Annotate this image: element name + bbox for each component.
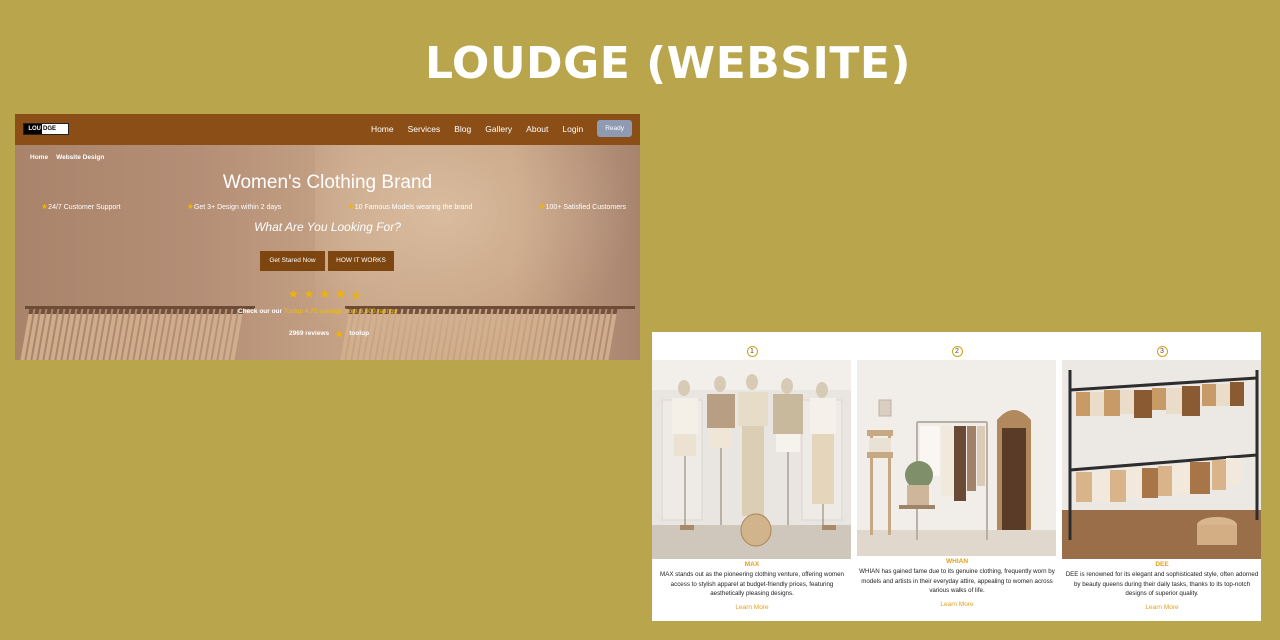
feature-item: ★10 Famous Models wearing the brand bbox=[347, 202, 473, 211]
hangers-left bbox=[20, 308, 244, 360]
breadcrumb-current: Website Design bbox=[56, 154, 105, 161]
page-title: LOUDGE (WEBSITE) bbox=[424, 38, 912, 89]
clothing-rack-photo bbox=[857, 360, 1056, 556]
learn-more-link[interactable]: Learn More bbox=[857, 601, 1057, 608]
learn-more-link[interactable]: Learn More bbox=[1062, 604, 1262, 611]
nav-blog[interactable]: Blog bbox=[454, 124, 471, 134]
card-description: DEE is renowned for its elegant and soph… bbox=[1065, 571, 1259, 597]
brand-logo[interactable]: LOU DGE bbox=[23, 123, 69, 135]
how-it-works-button[interactable]: HOW IT WORKS bbox=[328, 251, 394, 271]
star-icon: ★ bbox=[303, 287, 315, 301]
rating-stars: ★ ★ ★ ★ ⯪ bbox=[288, 287, 362, 308]
star-icon: ★ bbox=[347, 202, 355, 211]
card-title: DEE bbox=[1155, 561, 1169, 568]
learn-more-link[interactable]: Learn More bbox=[652, 604, 852, 611]
half-star-icon: ⯪ bbox=[351, 289, 363, 303]
card-description: WHIAN has gained fame due to its genuine… bbox=[859, 568, 1055, 594]
star-icon: ★ bbox=[186, 202, 194, 211]
hero-screenshot: LOU DGE Home Services Blog Gallery About … bbox=[15, 114, 640, 360]
star-icon: ★ bbox=[538, 202, 546, 211]
card-number: 2 bbox=[857, 340, 1057, 358]
card-title: WHIAN bbox=[945, 558, 969, 565]
reviews-count: 2969 reviews ★ toolup bbox=[289, 329, 370, 339]
star-icon: ★ bbox=[288, 287, 299, 301]
brand-card-max: 1 MAX MAX stands out as the pioneering c… bbox=[652, 332, 852, 621]
navbar: LOU DGE Home Services Blog Gallery About … bbox=[15, 114, 640, 145]
review-link[interactable]: Toolup 4.75 average from 3,500 ratings bbox=[284, 308, 397, 315]
brand-card-dee: 3 DEE DEE is renowned for its elegant an… bbox=[1062, 332, 1262, 621]
card-description: MAX stands out as the pioneering clothin… bbox=[660, 571, 844, 597]
breadcrumb: Home Website Design bbox=[30, 154, 104, 161]
nav-login[interactable]: Login bbox=[562, 124, 583, 134]
feature-list: ★24/7 Customer Support ★Get 3+ Design wi… bbox=[41, 202, 626, 211]
reviews-source: toolup bbox=[349, 329, 370, 337]
star-icon: ★ bbox=[319, 287, 331, 301]
card-title: MAX bbox=[744, 561, 760, 568]
mannequins-photo bbox=[652, 360, 851, 559]
card-number: 3 bbox=[1062, 340, 1262, 358]
brand-card-whian: 2 WHIAN WHIAN has gained fame due to its… bbox=[857, 332, 1057, 621]
feature-item: ★100+ Satisfied Customers bbox=[538, 202, 626, 211]
breadcrumb-home[interactable]: Home bbox=[30, 154, 48, 161]
nav-gallery[interactable]: Gallery bbox=[485, 124, 512, 134]
nav-services[interactable]: Services bbox=[408, 124, 441, 134]
brands-panel: 1 MAX MAX stands out as the pioneering c… bbox=[652, 332, 1261, 621]
star-icon: ★ bbox=[335, 329, 344, 339]
hero-title: Women's Clothing Brand bbox=[222, 172, 433, 193]
nav-about[interactable]: About bbox=[526, 124, 548, 134]
card-number: 1 bbox=[652, 340, 852, 358]
review-summary: Check our our Toolup 4.75 average from 3… bbox=[238, 308, 397, 315]
hangers-right bbox=[340, 308, 618, 360]
kids-clothing-photo bbox=[1062, 360, 1261, 559]
hero-subtitle: What Are You Looking For? bbox=[254, 220, 401, 234]
ready-button[interactable]: Ready bbox=[597, 120, 632, 137]
feature-item: ★Get 3+ Design within 2 days bbox=[186, 202, 282, 211]
get-started-button[interactable]: Get Stared Now bbox=[260, 251, 325, 271]
star-icon: ★ bbox=[335, 287, 347, 301]
nav-home[interactable]: Home bbox=[371, 124, 394, 134]
nav-links: Home Services Blog Gallery About Login R… bbox=[371, 120, 632, 137]
feature-item: ★24/7 Customer Support bbox=[41, 202, 121, 211]
